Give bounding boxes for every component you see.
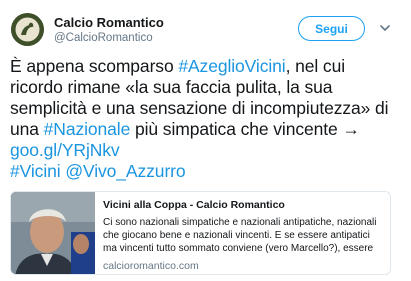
card-description: Ci sono nazionali simpatiche e nazionali… bbox=[103, 217, 377, 254]
link-card[interactable]: Vicini alla Coppa - Calcio Romantico Ci … bbox=[10, 191, 391, 275]
avatar[interactable] bbox=[11, 13, 44, 46]
portrait-photo-icon bbox=[11, 192, 95, 274]
tweet: Calcio Romantico @CalcioRomantico Segui … bbox=[0, 0, 411, 281]
chevron-down-icon[interactable] bbox=[379, 22, 391, 34]
card-body: Vicini alla Coppa - Calcio Romantico Ci … bbox=[95, 192, 390, 274]
tweet-header: Calcio Romantico @CalcioRomantico Segui bbox=[10, 10, 399, 50]
tweet-text-segment: È appena scomparso bbox=[10, 56, 179, 76]
card-domain: calcioromantico.com bbox=[103, 260, 199, 272]
hashtag-vicini[interactable]: #Vicini bbox=[10, 161, 61, 181]
card-title: Vicini alla Coppa - Calcio Romantico bbox=[103, 199, 285, 211]
follow-button[interactable]: Segui bbox=[298, 16, 365, 41]
hashtag-nazionale[interactable]: #Nazionale bbox=[44, 119, 131, 139]
account-name[interactable]: Calcio Romantico bbox=[54, 15, 164, 30]
calcio-romantico-logo-icon bbox=[11, 13, 44, 46]
tweet-text: È appena scomparso #AzeglioVicini, nel c… bbox=[10, 56, 400, 182]
mention-vivo-azzurro[interactable]: @Vivo_Azzurro bbox=[65, 161, 185, 181]
card-image[interactable] bbox=[11, 192, 95, 274]
account-handle[interactable]: @CalcioRomantico bbox=[54, 32, 153, 44]
tweet-link[interactable]: goo.gl/YRjNkv bbox=[10, 140, 120, 160]
tweet-text-segment: più simpatica che vincente → bbox=[130, 119, 360, 139]
hashtag-azegliovicini[interactable]: #AzeglioVicini bbox=[178, 56, 285, 76]
